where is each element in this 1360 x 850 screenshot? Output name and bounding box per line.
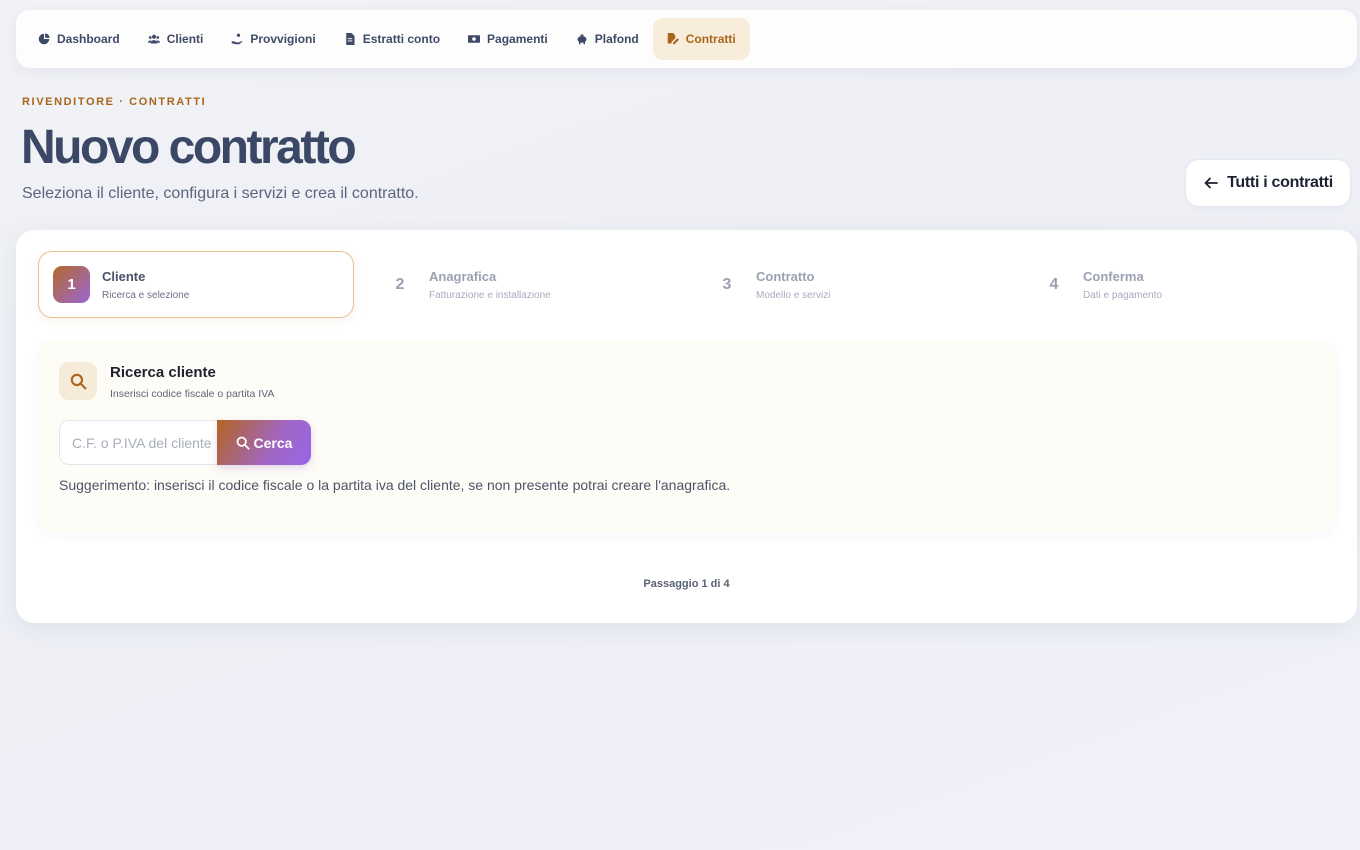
step-number: 4 bbox=[1049, 275, 1059, 293]
nav-item-contratti[interactable]: Contratti bbox=[652, 18, 750, 60]
page-subtitle: Seleziona il cliente, configura i serviz… bbox=[22, 185, 419, 202]
panel-title: Ricerca cliente bbox=[110, 364, 216, 381]
search-icon bbox=[70, 373, 86, 389]
wizard-steps: 1 Cliente Ricerca e selezione 2 Anagrafi… bbox=[38, 251, 1338, 318]
step-title: Conferma bbox=[1083, 268, 1144, 284]
tax-code-input[interactable] bbox=[59, 420, 219, 465]
step-cliente[interactable]: 1 Cliente Ricerca e selezione bbox=[38, 251, 354, 318]
step-title: Cliente bbox=[102, 268, 146, 284]
nav-item-plafond[interactable]: Plafond bbox=[562, 18, 653, 60]
file-invoice-icon bbox=[345, 33, 355, 45]
arrow-left-icon bbox=[1204, 177, 1219, 189]
hand-coin-icon bbox=[232, 33, 243, 45]
step-anagrafica[interactable]: 2 Anagrafica Fatturazione e installazion… bbox=[387, 251, 551, 318]
search-button-label: Cerca bbox=[253, 434, 293, 451]
wizard-card: 1 Cliente Ricerca e selezione 2 Anagrafi… bbox=[16, 230, 1357, 623]
all-contracts-label: Tutti i contratti bbox=[1227, 174, 1333, 191]
piggy-bank-icon bbox=[577, 34, 587, 45]
nav-item-dashboard[interactable]: Dashboard bbox=[36, 18, 134, 60]
step-subtitle: Modello e servizi bbox=[756, 289, 831, 301]
search-hint: Suggerimento: inserisci il codice fiscal… bbox=[59, 477, 731, 493]
nav-item-estratti-conto[interactable]: Estratti conto bbox=[330, 18, 454, 60]
step-subtitle: Dati e pagamento bbox=[1083, 289, 1162, 301]
page-title: Nuovo contratto bbox=[21, 121, 357, 174]
nav-item-clienti[interactable]: Clienti bbox=[134, 18, 218, 60]
search-icon bbox=[236, 436, 250, 450]
step-progress: Passaggio 1 di 4 bbox=[643, 578, 730, 590]
client-search-panel: Ricerca cliente Inserisci codice fiscale… bbox=[38, 341, 1335, 531]
money-bill-icon bbox=[468, 35, 481, 43]
panel-subtitle: Inserisci codice fiscale o partita IVA bbox=[110, 388, 275, 400]
nav-item-label: Provvigioni bbox=[250, 32, 316, 46]
search-button[interactable]: Cerca bbox=[217, 420, 311, 465]
step-number: 2 bbox=[395, 275, 405, 293]
top-navigation: Dashboard Clienti Provvigioni Estratti c… bbox=[16, 10, 1357, 68]
nav-item-label: Pagamenti bbox=[487, 32, 548, 46]
step-conferma[interactable]: 4 Conferma Dati e pagamento bbox=[1041, 251, 1162, 318]
chart-pie-icon bbox=[38, 33, 50, 45]
nav-item-label: Estratti conto bbox=[362, 32, 441, 46]
nav-item-label: Clienti bbox=[166, 32, 204, 46]
step-subtitle: Fatturazione e installazione bbox=[429, 289, 551, 301]
step-contratto[interactable]: 3 Contratto Modello e servizi bbox=[714, 251, 831, 318]
step-number: 1 bbox=[53, 266, 90, 303]
step-title: Contratto bbox=[756, 268, 815, 284]
nav-item-pagamenti[interactable]: Pagamenti bbox=[454, 18, 562, 60]
file-signature-icon bbox=[667, 33, 679, 45]
step-title: Anagrafica bbox=[429, 268, 497, 284]
nav-item-label: Dashboard bbox=[57, 32, 120, 46]
step-number: 3 bbox=[722, 275, 732, 293]
step-subtitle: Ricerca e selezione bbox=[102, 289, 190, 301]
nav-item-provvigioni[interactable]: Provvigioni bbox=[217, 18, 329, 60]
all-contracts-button[interactable]: Tutti i contratti bbox=[1185, 159, 1351, 207]
nav-item-label: Plafond bbox=[594, 32, 639, 46]
panel-icon-badge bbox=[59, 362, 97, 400]
nav-item-label: Contratti bbox=[685, 32, 736, 46]
users-icon bbox=[147, 34, 160, 44]
breadcrumb: RIVENDITORE · CONTRATTI bbox=[22, 96, 207, 108]
